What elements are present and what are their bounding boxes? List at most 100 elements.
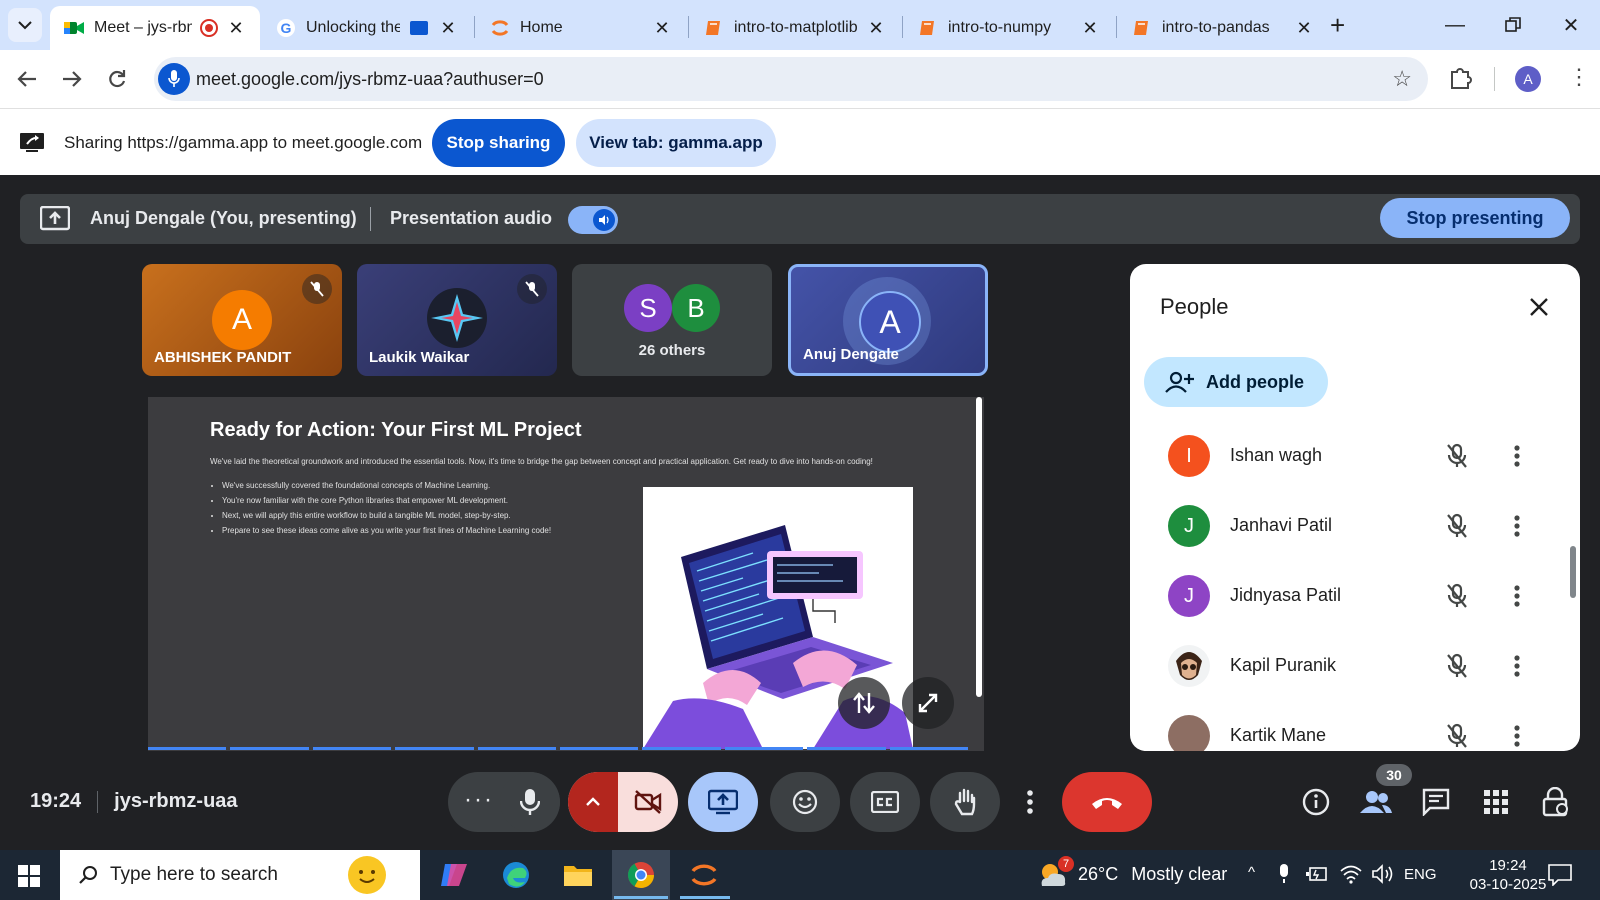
file-explorer-icon[interactable] [558, 855, 598, 895]
participant-row[interactable]: J Jidnyasa Patil [1130, 566, 1580, 626]
fullscreen-button[interactable] [902, 677, 954, 729]
close-tab-icon[interactable]: ✕ [1080, 18, 1100, 38]
participant-row[interactable]: Kapil Puranik [1130, 636, 1580, 696]
more-options-icon[interactable] [1502, 511, 1532, 541]
mic-off-icon[interactable] [1442, 441, 1472, 471]
presenting-bar-separator [370, 207, 371, 231]
participant-count-badge: 30 [1376, 764, 1412, 786]
recording-icon [200, 19, 218, 37]
captions-button[interactable] [850, 772, 920, 832]
tab-home[interactable]: Home ✕ [476, 6, 686, 50]
notifications-icon[interactable] [1548, 864, 1572, 887]
leave-call-button[interactable] [1062, 772, 1152, 832]
participant-row[interactable]: Kartik Mane [1130, 706, 1580, 751]
participant-row[interactable]: I Ishan wagh [1130, 426, 1580, 486]
chrome-app-icon[interactable] [621, 855, 661, 895]
forward-button[interactable] [55, 62, 89, 96]
close-tab-icon[interactable]: ✕ [866, 18, 886, 38]
presentation-audio-toggle[interactable] [568, 206, 618, 234]
meeting-details-button[interactable] [1298, 784, 1334, 820]
tab-unlocking[interactable]: G Unlocking the ✕ [262, 6, 472, 50]
view-tab-button[interactable]: View tab: gamma.app [576, 119, 776, 167]
volume-tray-icon[interactable] [1372, 864, 1394, 888]
stop-sharing-button[interactable]: Stop sharing [432, 119, 565, 167]
mic-off-icon[interactable] [1442, 721, 1472, 751]
copilot-app-icon[interactable] [434, 855, 474, 895]
reactions-button[interactable] [770, 772, 840, 832]
back-button[interactable] [10, 62, 44, 96]
participant-tile-abhishek[interactable]: A ABHISHEK PANDIT [142, 264, 342, 376]
windows-start-icon[interactable] [18, 865, 40, 887]
close-tab-icon[interactable]: ✕ [1294, 18, 1314, 38]
swap-layout-button[interactable] [838, 677, 890, 729]
people-button[interactable] [1358, 784, 1394, 820]
restore-window-button[interactable] [1498, 10, 1528, 40]
tab-meet[interactable]: Meet – jys-rbmz-uaa ✕ [50, 6, 260, 50]
show-hidden-icons-icon[interactable]: ^ [1248, 864, 1255, 881]
more-options-icon[interactable] [1502, 651, 1532, 681]
weather-widget[interactable]: 26°C Mostly clear [1078, 864, 1227, 885]
mic-off-icon[interactable] [1442, 511, 1472, 541]
profile-avatar[interactable]: A [1515, 66, 1541, 92]
jupyter-app-icon[interactable] [684, 855, 724, 895]
address-bar[interactable]: meet.google.com/jys-rbmz-uaa?authuser=0 … [154, 57, 1428, 101]
present-now-button[interactable] [688, 772, 758, 832]
add-people-button[interactable]: Add people [1144, 357, 1328, 407]
more-options-button[interactable] [1010, 772, 1050, 832]
minimize-window-button[interactable]: — [1440, 10, 1470, 40]
activities-button[interactable] [1478, 784, 1514, 820]
host-controls-button[interactable] [1538, 784, 1574, 820]
audio-controls-group: ··· [448, 772, 560, 832]
person-add-icon [1165, 371, 1194, 393]
camera-button[interactable] [618, 772, 678, 832]
camera-options-button[interactable] [568, 772, 618, 832]
clock-date: 03-10-2025 [1469, 876, 1547, 893]
tab-numpy[interactable]: intro-to-numpy ✕ [904, 6, 1114, 50]
more-options-icon[interactable] [1502, 581, 1532, 611]
participant-tile-others[interactable]: S B 26 others [572, 264, 772, 376]
battery-icon[interactable] [1306, 866, 1328, 886]
participant-row[interactable]: J Janhavi Patil [1130, 496, 1580, 556]
microphone-tray-icon[interactable] [1278, 864, 1290, 888]
mic-off-icon[interactable] [1442, 651, 1472, 681]
swap-vertical-icon [853, 692, 875, 714]
bookmark-star-icon[interactable]: ☆ [1392, 66, 1412, 92]
microphone-in-use-icon[interactable] [158, 63, 190, 95]
chevron-down-icon [18, 21, 32, 30]
close-window-button[interactable]: ✕ [1556, 10, 1586, 40]
browser-menu-icon[interactable]: ⋮ [1568, 64, 1590, 90]
mic-off-icon[interactable] [1442, 581, 1472, 611]
more-audio-options-icon[interactable]: ··· [464, 786, 494, 814]
participant-tile-laukik[interactable]: Laukik Waikar [357, 264, 557, 376]
sharing-info-bar: Sharing https://gamma.app to meet.google… [0, 108, 1600, 175]
tab-search-button[interactable] [8, 8, 42, 42]
mic-button[interactable] [500, 772, 560, 832]
slide-bullet: We've successfully covered the foundatio… [222, 481, 551, 490]
notebook-icon [704, 18, 724, 38]
input-language-indicator[interactable]: ENG [1404, 866, 1437, 883]
extensions-icon[interactable] [1448, 66, 1472, 90]
more-options-icon[interactable] [1502, 721, 1532, 751]
new-tab-button[interactable]: + [1330, 12, 1345, 38]
close-tab-icon[interactable]: ✕ [226, 18, 246, 38]
avatar: J [1168, 505, 1210, 547]
jupyter-icon [490, 18, 510, 38]
people-list-scrollbar[interactable] [1570, 546, 1576, 598]
windows-taskbar: Type here to search 7 26°C Mostly clear … [0, 850, 1600, 900]
wifi-icon[interactable] [1340, 864, 1362, 888]
edge-app-icon[interactable] [496, 855, 536, 895]
taskbar-clock[interactable]: 19:24 03-10-2025 [1468, 856, 1548, 894]
close-tab-icon[interactable]: ✕ [438, 18, 458, 38]
close-tab-icon[interactable]: ✕ [652, 18, 672, 38]
more-options-icon[interactable] [1502, 441, 1532, 471]
participant-tile-anuj[interactable]: A Anuj Dengale [788, 264, 988, 376]
close-panel-button[interactable] [1524, 292, 1554, 322]
tab-pandas[interactable]: intro-to-pandas ✕ [1118, 6, 1328, 50]
jupyter-running-indicator [680, 896, 730, 899]
stage-scrollbar[interactable] [976, 397, 982, 697]
raise-hand-button[interactable] [930, 772, 1000, 832]
reload-button[interactable] [100, 62, 134, 96]
stop-presenting-button[interactable]: Stop presenting [1380, 198, 1570, 238]
chat-button[interactable] [1418, 784, 1454, 820]
tab-matplotlib[interactable]: intro-to-matplotlib ✕ [690, 6, 900, 50]
